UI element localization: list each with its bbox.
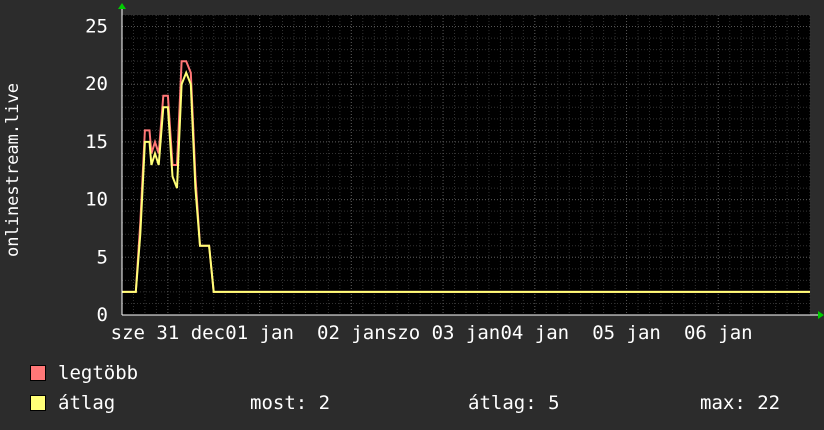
x-tick-label: 05 jan xyxy=(592,322,661,344)
y-axis-label: onlinestream.live xyxy=(2,60,24,280)
legend-item-max: legtöbb xyxy=(30,360,138,386)
legend-item-avg: átlag xyxy=(30,390,115,416)
legend-swatch-max xyxy=(30,365,46,381)
stat-now: most: 2 xyxy=(250,392,331,414)
x-tick-label: szo 03 jan xyxy=(386,322,500,344)
x-tick-label: 02 jan xyxy=(317,322,386,344)
x-tick-label: 04 jan xyxy=(500,322,569,344)
stat-max: max: 22 xyxy=(700,392,781,414)
x-tick-label: 06 jan xyxy=(684,322,753,344)
y-axis-arrow xyxy=(118,3,126,9)
x-tick-label: 01 jan xyxy=(225,322,294,344)
legend-label-max: legtöbb xyxy=(58,362,139,384)
chart: 0 5 10 15 20 25 sze 31 dec 01 jan 02 jan szo 03 j… xyxy=(85,3,824,344)
y-tick-label: 15 xyxy=(85,131,108,153)
legend-label-avg: átlag xyxy=(58,392,116,414)
y-tick-label: 0 xyxy=(97,304,108,326)
y-tick-label: 10 xyxy=(85,189,108,211)
y-tick-label: 20 xyxy=(85,73,108,95)
x-axis-arrow xyxy=(818,311,824,319)
x-tick-label: sze 31 dec xyxy=(111,322,225,344)
legend: legtöbb átlag most: 2 átlag: 5 max: 22 xyxy=(30,360,810,420)
y-tick-label: 5 xyxy=(97,246,108,268)
y-tick-label: 25 xyxy=(85,16,108,38)
legend-swatch-avg xyxy=(30,395,46,411)
y-axis-title: onlinestream.live xyxy=(3,83,23,257)
stat-avg: átlag: 5 xyxy=(468,392,560,414)
